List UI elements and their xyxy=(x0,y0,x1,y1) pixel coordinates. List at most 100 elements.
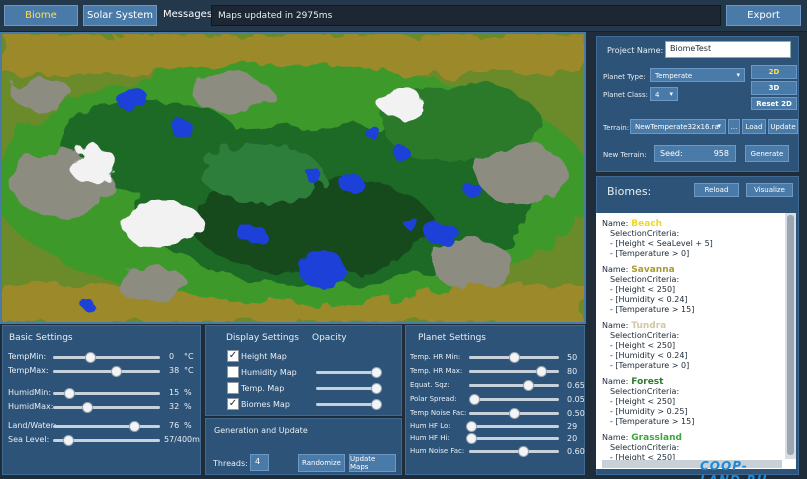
planet-row-label: Temp. HR Max: xyxy=(410,367,463,375)
planet-row-value: 0.50 xyxy=(567,409,585,418)
planet-row-slider[interactable] xyxy=(469,366,559,377)
reload-button[interactable]: Reload xyxy=(694,183,739,197)
slider-knob[interactable] xyxy=(465,421,477,432)
slider-knob[interactable] xyxy=(85,352,97,363)
view-3d-button[interactable]: 3D xyxy=(751,81,797,95)
basic-row-unit: % xyxy=(184,421,192,430)
slider-knob[interactable] xyxy=(468,394,480,405)
basic-settings-panel: Basic Settings TempMin: 0 °C TempMax: 38 °C Hu… xyxy=(2,325,201,475)
basic-row-slider[interactable] xyxy=(53,352,160,363)
basic-row-unit: °C xyxy=(184,366,194,375)
planet-type-dropdown[interactable]: Temperate ▾ xyxy=(650,68,745,82)
view-2d-button[interactable]: 2D xyxy=(751,65,797,79)
slider-knob[interactable] xyxy=(129,421,141,432)
planet-row-slider[interactable] xyxy=(469,408,559,419)
export-button[interactable]: Export xyxy=(726,5,801,26)
visualize-button[interactable]: Visualize xyxy=(746,183,793,197)
planet-row-value: 0.65 xyxy=(567,381,585,390)
reset-2d-button[interactable]: Reset 2D xyxy=(751,97,797,110)
opacity-slider[interactable] xyxy=(316,383,382,394)
slider-knob[interactable] xyxy=(82,402,94,413)
planet-row-slider[interactable] xyxy=(469,446,559,457)
slider-knob[interactable] xyxy=(371,367,382,378)
slider-knob[interactable] xyxy=(509,352,520,363)
selection-criteria-label: SelectionCriteria: xyxy=(610,443,680,452)
planet-row-slider[interactable] xyxy=(465,421,559,432)
basic-row-slider[interactable] xyxy=(53,435,160,446)
seed-value[interactable]: 958 xyxy=(714,149,729,158)
opacity-label: Opacity xyxy=(312,333,347,343)
slider-knob[interactable] xyxy=(518,446,529,457)
display-checkbox[interactable] xyxy=(227,366,239,378)
display-checkbox[interactable]: ✓ xyxy=(227,398,239,410)
basic-row-slider[interactable] xyxy=(53,402,160,413)
slider-knob[interactable] xyxy=(536,366,547,377)
basic-settings-title: Basic Settings xyxy=(9,333,73,343)
selection-criteria-label: SelectionCriteria: xyxy=(610,387,680,396)
randomize-button[interactable]: Randomize xyxy=(298,454,345,472)
load-terrain-button[interactable]: Load xyxy=(742,119,766,134)
update-terrain-button[interactable]: Update xyxy=(768,119,798,134)
biome-name-prefix: Name: xyxy=(602,377,629,386)
criteria-item: - [Temperature > 0] xyxy=(610,361,690,370)
opacity-slider[interactable] xyxy=(316,367,382,378)
planet-row-label: Equat. Sqz: xyxy=(410,381,450,389)
slider-knob[interactable] xyxy=(371,399,382,410)
display-checkbox[interactable] xyxy=(227,382,239,394)
planet-row-slider[interactable] xyxy=(469,352,559,363)
biome-list[interactable]: Name: Beach SelectionCriteria: - [Height < … xyxy=(596,213,796,469)
planet-row-slider[interactable] xyxy=(469,380,559,391)
generation-title: Generation and Update xyxy=(214,426,308,435)
chevron-down-icon: ▾ xyxy=(717,122,721,130)
basic-row-slider[interactable] xyxy=(53,421,160,432)
planet-row-label: Temp Noise Fac: xyxy=(410,409,467,417)
slider-knob[interactable] xyxy=(522,380,534,391)
slider-knob[interactable] xyxy=(62,435,74,446)
basic-row-slider[interactable] xyxy=(53,388,160,399)
planet-row-label: Hum HF Lo: xyxy=(410,422,451,430)
scrollbar-thumb[interactable] xyxy=(787,215,794,455)
slider-knob[interactable] xyxy=(509,408,520,419)
update-maps-button[interactable]: Update Maps xyxy=(349,454,396,472)
criteria-item: - [Humidity > 0.25] xyxy=(610,407,688,416)
biome-entry[interactable]: Name: Savanna SelectionCriteria: - [Height … xyxy=(602,265,796,315)
terrain-dropdown[interactable]: NewTemperate32x16.ra ▾ xyxy=(630,119,726,134)
selection-criteria-label: SelectionCriteria: xyxy=(610,331,680,340)
planet-row-slider[interactable] xyxy=(465,433,559,444)
slider-knob[interactable] xyxy=(465,433,477,444)
generate-button[interactable]: Generate xyxy=(745,145,789,162)
planet-row-value: 80 xyxy=(567,367,578,376)
criteria-item: - [Temperature > 0] xyxy=(610,249,690,258)
biome-name-prefix: Name: xyxy=(602,219,629,228)
display-settings-panel: Display Settings Opacity ✓ Height Map Humi… xyxy=(205,325,402,416)
project-panel: Project Name: BiomeTest Planet Type: Tem… xyxy=(596,36,799,172)
biome-entry[interactable]: Name: Tundra SelectionCriteria: - [Height <… xyxy=(602,321,796,371)
biomes-title: Biomes: xyxy=(607,185,652,198)
display-item-label: Humidity Map xyxy=(241,368,297,377)
project-name-input[interactable]: BiomeTest xyxy=(665,41,791,58)
threads-input[interactable]: 4 xyxy=(250,454,269,471)
biome-name-line: Name: Beach xyxy=(602,219,796,229)
browse-terrain-button[interactable]: ... xyxy=(728,119,740,134)
planet-class-dropdown[interactable]: 4 ▾ xyxy=(650,87,678,101)
basic-row-slider[interactable] xyxy=(53,366,160,377)
display-checkbox[interactable]: ✓ xyxy=(227,350,239,362)
biome-name: Grassland xyxy=(631,433,682,443)
top-bar: Biome Solar System Messages: Maps update… xyxy=(0,0,807,32)
slider-knob[interactable] xyxy=(111,366,123,377)
planet-class-value: 4 xyxy=(655,91,660,99)
slider-knob[interactable] xyxy=(371,383,382,394)
tab-biome[interactable]: Biome xyxy=(4,5,78,26)
planet-row-label: Hum Noise Fac: xyxy=(410,447,465,455)
basic-row-unit: °C xyxy=(184,352,194,361)
opacity-slider[interactable] xyxy=(316,399,382,410)
slider-knob[interactable] xyxy=(64,388,76,399)
biome-map-view[interactable] xyxy=(0,32,586,324)
biome-list-scrollbar[interactable] xyxy=(785,213,796,459)
tab-solar-system[interactable]: Solar System xyxy=(83,5,157,26)
chevron-down-icon: ▾ xyxy=(736,71,740,79)
messages-label: Messages: xyxy=(163,9,216,20)
biome-entry[interactable]: Name: Beach SelectionCriteria: - [Height < … xyxy=(602,219,796,259)
planet-row-slider[interactable] xyxy=(468,394,559,405)
biome-entry[interactable]: Name: Forest SelectionCriteria: - [Height <… xyxy=(602,377,796,427)
